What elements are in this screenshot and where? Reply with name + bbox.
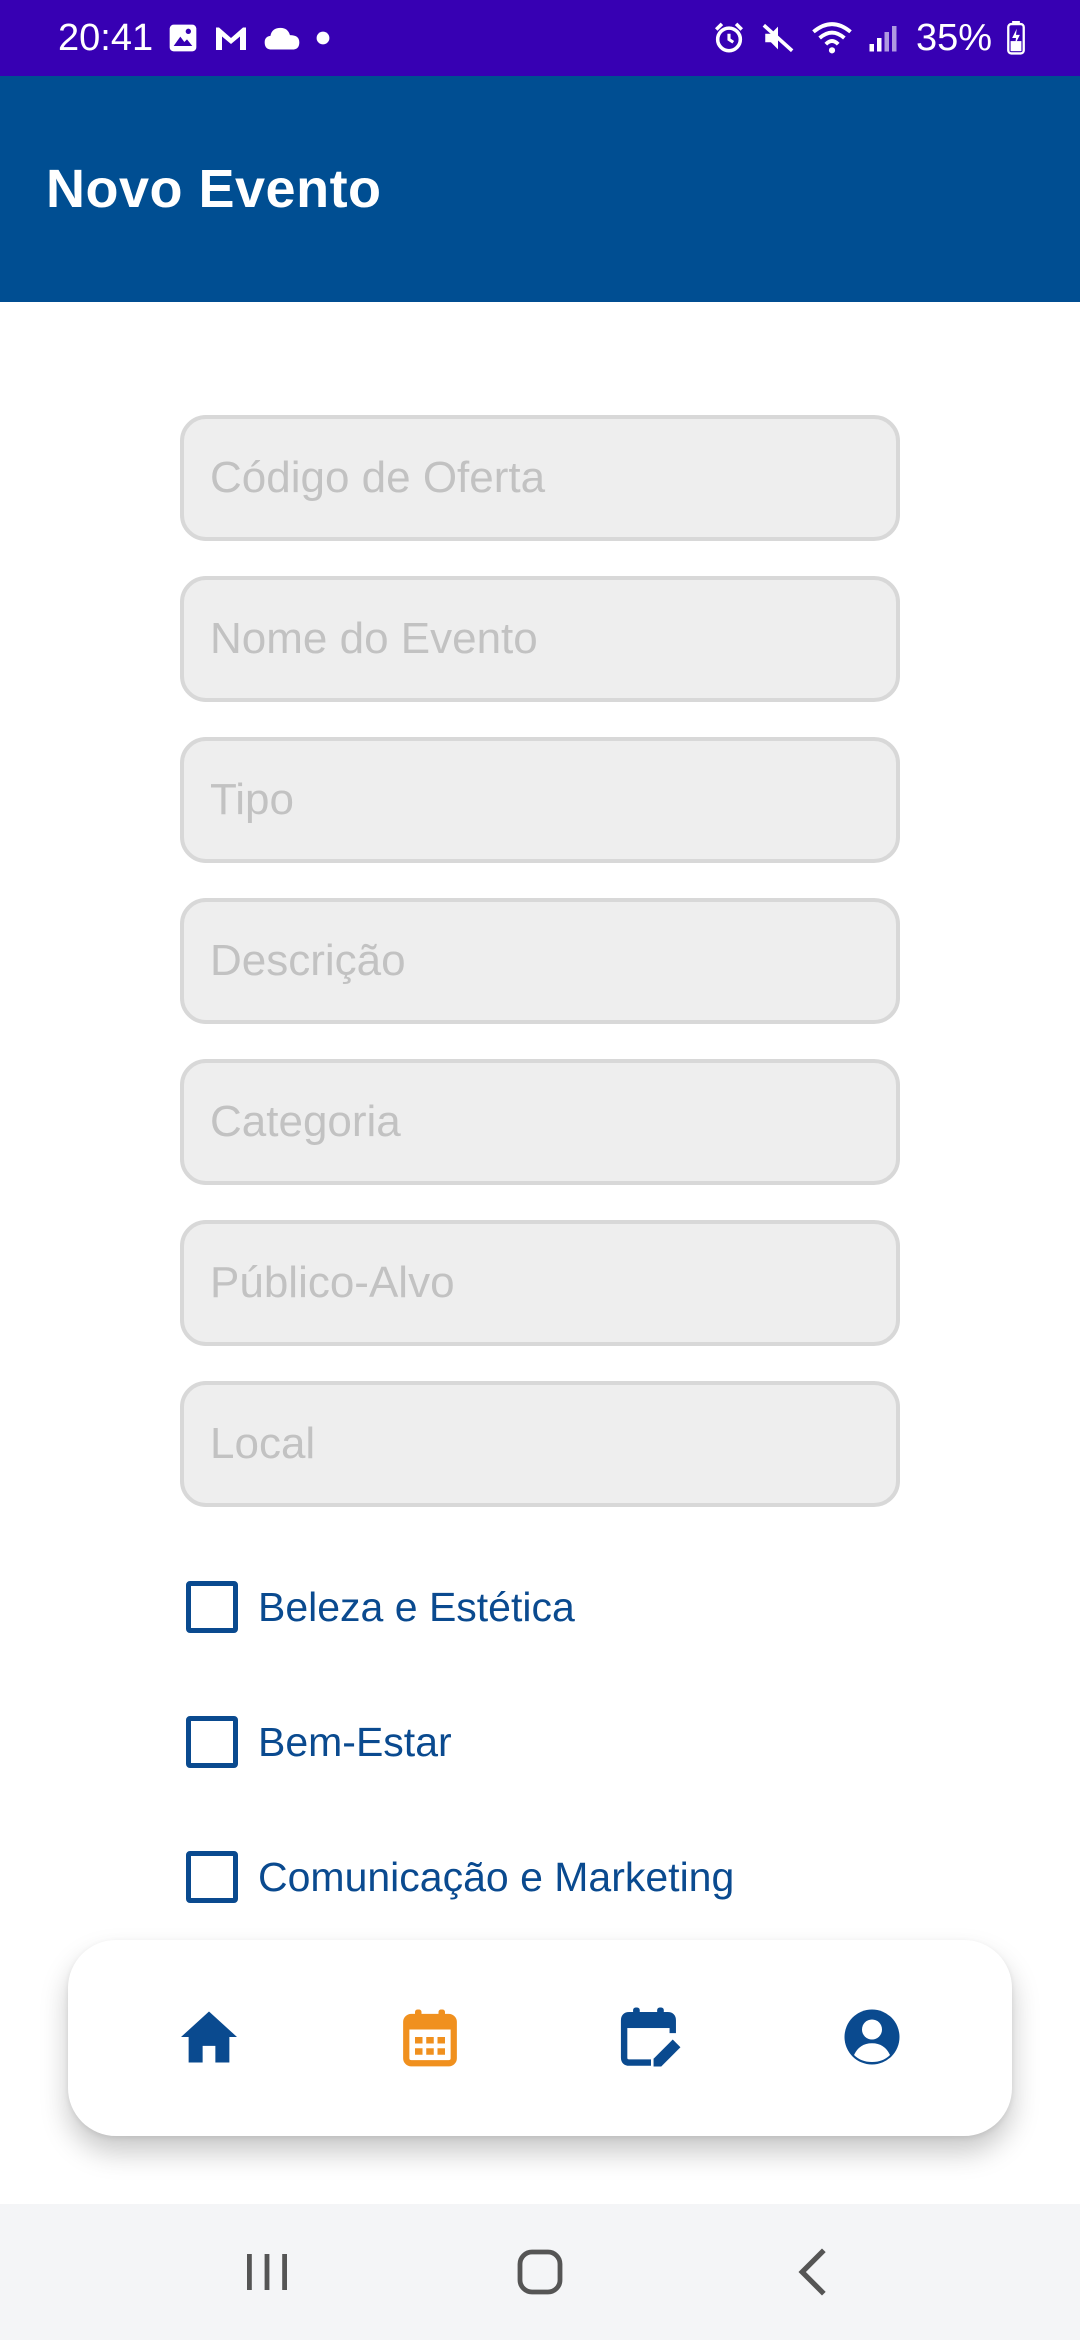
nav-events-button[interactable] bbox=[370, 1978, 490, 2098]
type-field[interactable] bbox=[180, 737, 900, 863]
nav-home-button[interactable] bbox=[149, 1978, 269, 2098]
home-icon bbox=[178, 2009, 240, 2068]
location-field[interactable] bbox=[180, 1381, 900, 1507]
event-name-field[interactable] bbox=[180, 576, 900, 702]
checkbox-row-marketing[interactable]: Comunicação e Marketing bbox=[186, 1849, 734, 1905]
checkbox-row-beauty[interactable]: Beleza e Estética bbox=[186, 1579, 575, 1635]
status-time: 20:41 bbox=[58, 16, 154, 59]
checkbox-label: Bem-Estar bbox=[258, 1718, 452, 1765]
dot-icon bbox=[315, 30, 331, 46]
checkbox-marketing[interactable] bbox=[186, 1851, 238, 1903]
recents-icon[interactable] bbox=[217, 2222, 317, 2322]
back-icon[interactable] bbox=[763, 2222, 863, 2322]
checkbox-label: Beleza e Estética bbox=[258, 1583, 575, 1630]
checkbox-beauty[interactable] bbox=[186, 1581, 238, 1633]
status-left: 20:41 bbox=[58, 17, 331, 60]
status-bar: 20:41 35% bbox=[0, 0, 1080, 76]
app-bar: Novo Evento bbox=[0, 76, 1080, 302]
mute-icon bbox=[760, 21, 796, 55]
target-audience-input[interactable] bbox=[210, 1224, 896, 1342]
wifi-icon bbox=[810, 21, 854, 55]
nav-profile-button[interactable] bbox=[812, 1978, 932, 2098]
calendar-edit-icon bbox=[620, 2005, 682, 2072]
system-nav bbox=[0, 2204, 1080, 2340]
checkbox-wellness[interactable] bbox=[186, 1716, 238, 1768]
cloud-icon bbox=[263, 25, 301, 51]
checkbox-label: Comunicação e Marketing bbox=[258, 1853, 735, 1900]
alarm-icon bbox=[712, 21, 746, 55]
type-input[interactable] bbox=[210, 741, 896, 859]
location-input[interactable] bbox=[210, 1385, 896, 1503]
target-audience-field[interactable] bbox=[180, 1220, 900, 1346]
account-icon bbox=[842, 2007, 902, 2070]
checkbox-row-wellness[interactable]: Bem-Estar bbox=[186, 1714, 452, 1770]
offer-code-field[interactable] bbox=[180, 415, 900, 541]
calendar-icon bbox=[402, 2007, 458, 2070]
nav-new-event-button[interactable] bbox=[591, 1978, 711, 2098]
battery-icon bbox=[1006, 21, 1026, 55]
description-input[interactable] bbox=[210, 902, 896, 1020]
description-field[interactable] bbox=[180, 898, 900, 1024]
status-right: 35% bbox=[712, 17, 1026, 60]
battery-percent: 35% bbox=[915, 16, 992, 59]
event-name-input[interactable] bbox=[210, 580, 896, 698]
signal-icon bbox=[868, 23, 898, 53]
gmail-icon bbox=[213, 23, 249, 53]
page-title: Novo Evento bbox=[46, 159, 382, 219]
image-icon bbox=[167, 22, 199, 54]
category-field[interactable] bbox=[180, 1059, 900, 1185]
home-circle-icon[interactable] bbox=[490, 2222, 590, 2322]
category-input[interactable] bbox=[210, 1063, 896, 1181]
bottom-nav bbox=[68, 1940, 1012, 2136]
offer-code-input[interactable] bbox=[210, 419, 896, 537]
